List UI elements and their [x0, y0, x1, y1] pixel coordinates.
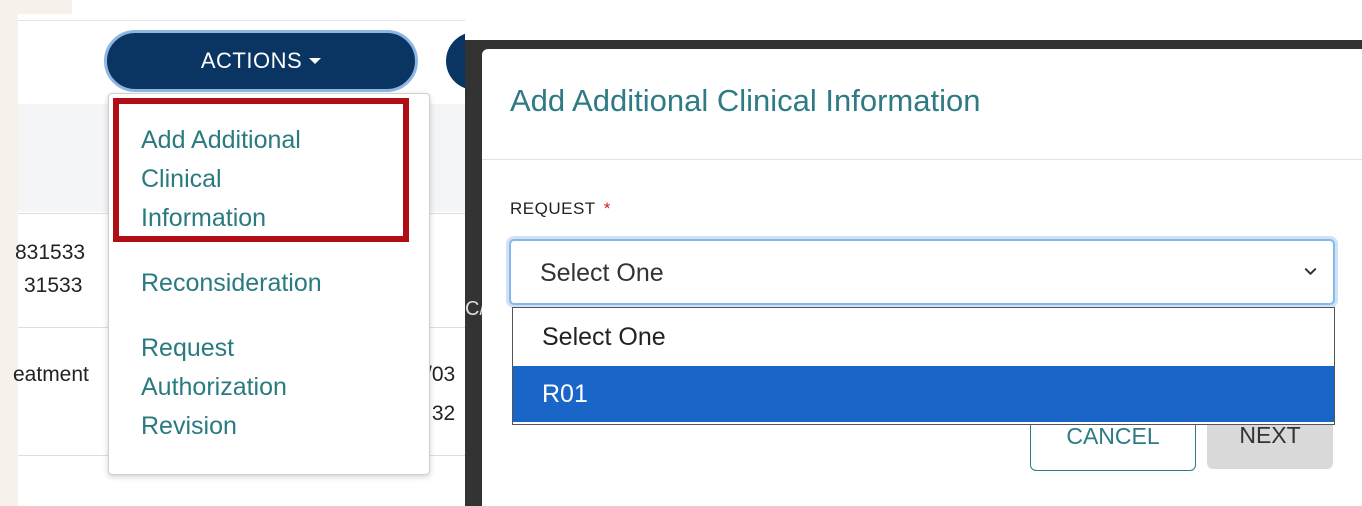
menu-item-label: Revision: [141, 412, 237, 440]
option-select-one[interactable]: Select One: [513, 309, 1334, 365]
modal-title: Add Additional Clinical Information: [510, 83, 981, 118]
menu-item-request-authorization-revision[interactable]: Request Authorization Revision: [141, 329, 287, 446]
request-options-list: Select One R01: [512, 307, 1335, 425]
menu-item-label: Information: [141, 204, 267, 232]
request-label-text: REQUEST: [510, 199, 596, 218]
menu-item-label: Clinical: [141, 165, 222, 193]
actions-button[interactable]: ACTIONS: [104, 30, 418, 92]
option-r01[interactable]: R01: [513, 366, 1334, 422]
table-cell-time: :32: [426, 402, 456, 425]
background-app-top-right: [465, 0, 1362, 40]
caret-down-icon: [309, 58, 322, 64]
secondary-button-partial[interactable]: [446, 32, 465, 90]
request-select-value: Select One: [540, 259, 664, 287]
background-app-panel: ACTIONS 831533 31533 eatment /03 :32 Add…: [0, 0, 465, 506]
request-field-label: REQUEST *: [510, 199, 611, 219]
table-cell-id: 31533: [24, 274, 83, 297]
menu-item-add-additional-clinical-information[interactable]: Add Additional Clinical Information: [141, 121, 301, 238]
actions-dropdown-menu: Add Additional Clinical Information Reco…: [108, 93, 430, 475]
chevron-down-icon: [1304, 268, 1317, 275]
required-marker: *: [603, 199, 611, 218]
modal-header-divider: [482, 159, 1362, 160]
table-cell-date: /03: [426, 363, 456, 386]
table-cell-type: eatment: [13, 363, 89, 386]
menu-item-label: Reconsideration: [141, 269, 322, 297]
menu-item-reconsideration[interactable]: Reconsideration: [141, 264, 322, 303]
actions-button-label: ACTIONS: [200, 48, 303, 73]
menu-item-label: Request: [141, 334, 235, 362]
add-clinical-info-modal: Add Additional Clinical Information REQU…: [482, 49, 1362, 506]
header-divider: [18, 20, 465, 21]
menu-item-label: Authorization: [141, 373, 287, 401]
menu-item-label: Add Additional: [141, 126, 301, 154]
request-select[interactable]: Select One: [509, 239, 1335, 305]
table-cell-id: 831533: [15, 241, 86, 264]
page-margin-top: [0, 0, 72, 14]
